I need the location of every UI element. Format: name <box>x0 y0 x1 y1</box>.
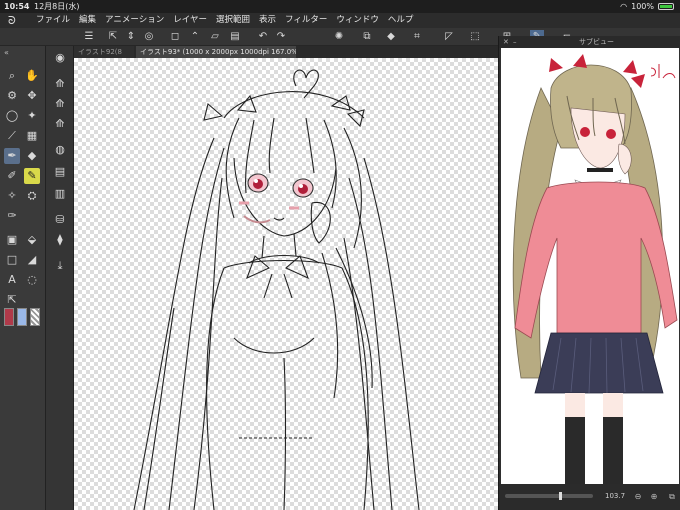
sub-view-controls: 103.7 ⊖ ⊕ ⧉ <box>499 484 680 510</box>
lineart-drawing <box>133 69 420 510</box>
canvas-tabs: イラスト92(8 イラスト93* (1000 x 2000px 1000dpi … <box>74 46 498 58</box>
layers-icon[interactable]: ⧉ <box>360 30 374 44</box>
navigator-icon[interactable]: ◉ <box>52 50 68 66</box>
stepper-icon[interactable]: ⇕ <box>124 30 138 44</box>
import-icon[interactable]: ⤓ <box>52 258 68 274</box>
app-logo-icon[interactable]: ᘐ <box>8 14 22 27</box>
balloon-icon[interactable]: ◌ <box>24 272 40 288</box>
lightbox-icon[interactable]: ▱ <box>208 30 222 44</box>
chevron-up-icon[interactable]: ⌃ <box>188 30 202 44</box>
sub-view-titlebar: ✕ – サブビュー <box>499 36 680 48</box>
menu-window[interactable]: ウィンドウ <box>336 13 379 28</box>
tab-illust-92[interactable]: イラスト92(8 <box>74 46 134 58</box>
zoom-icon[interactable]: ⌕ <box>4 68 20 84</box>
clear-icon[interactable]: ◻ <box>168 30 182 44</box>
collapse-chevron-icon[interactable]: « <box>4 48 9 57</box>
layer-copy-icon[interactable]: ⟰ <box>52 116 68 132</box>
lasso-icon[interactable]: ◯ <box>4 108 20 124</box>
menu-help[interactable]: ヘルプ <box>388 13 414 28</box>
battery-percent: 100% <box>631 2 654 11</box>
menu-file[interactable]: ファイル <box>36 13 70 28</box>
figure-icon[interactable]: □ <box>4 252 20 268</box>
undo-icon[interactable]: ↶ <box>256 30 270 44</box>
menu-view[interactable]: 表示 <box>259 13 276 28</box>
menu-animation[interactable]: アニメーション <box>105 13 164 28</box>
status-right: ◠ 100% <box>620 0 674 13</box>
crop-icon[interactable]: ⌗ <box>410 30 424 44</box>
zoom-out-icon[interactable]: ⊖ <box>633 492 643 502</box>
sub-tool-panel: ◉ ⟰ ⟰ ⟰ ◍ ▤ ▥ ⛁ ⧫ ⤓ <box>46 46 74 510</box>
ruler-tool-icon[interactable]: ◢ <box>24 252 40 268</box>
drawing-canvas[interactable] <box>74 58 498 510</box>
hand-icon[interactable]: ✋ <box>24 68 40 84</box>
airbrush-icon[interactable]: ⛭ <box>24 188 40 204</box>
layer-move-icon[interactable]: ⟰ <box>52 96 68 112</box>
text-icon[interactable]: A <box>4 272 20 288</box>
sub-view-panel: ✕ – サブビュー 103.7 ⊖ ⊕ ⧉ <box>498 36 680 510</box>
fit-view-icon[interactable]: ⧉ <box>667 492 677 502</box>
close-icon[interactable]: ✕ <box>503 36 509 48</box>
sub-view-title: サブビュー <box>579 38 614 46</box>
target-icon[interactable]: ◎ <box>142 30 156 44</box>
menu-filter[interactable]: フィルター <box>285 13 327 28</box>
marker-icon[interactable]: ✎ <box>24 168 40 184</box>
correct-line-icon[interactable]: ⇱ <box>4 292 20 308</box>
status-bar: 10:54 12月8日(水) ◠ 100% <box>0 0 680 13</box>
reference-image[interactable] <box>501 48 679 484</box>
object-icon[interactable]: ⚙ <box>4 88 20 104</box>
selection-icon[interactable]: ⬚ <box>468 30 482 44</box>
layer-property-icon[interactable]: ⟰ <box>52 76 68 92</box>
zoom-slider-knob[interactable] <box>559 492 562 500</box>
decoration-icon[interactable]: ✑ <box>4 208 20 224</box>
transform-icon[interactable]: ◸ <box>442 30 456 44</box>
brush-icon[interactable]: ✐ <box>4 168 20 184</box>
color-set-icon[interactable]: ▤ <box>52 164 68 180</box>
menu-selection[interactable]: 選択範囲 <box>216 13 250 28</box>
zoom-slider[interactable] <box>505 494 593 498</box>
wifi-icon: ◠ <box>620 2 628 11</box>
eyedropper-icon[interactable]: ⟋ <box>4 128 20 144</box>
layout-icon[interactable]: ▦ <box>24 128 40 144</box>
hamburger-icon[interactable]: ☰ <box>82 30 96 44</box>
menu-edit[interactable]: 編集 <box>79 13 96 28</box>
intermediate-color-icon[interactable]: ▥ <box>52 186 68 202</box>
tab-illust-93[interactable]: イラスト93* (1000 x 2000px 1000dpi 167.0%) <box>136 46 296 58</box>
status-time: 10:54 <box>4 2 30 11</box>
minimize-icon[interactable]: – <box>513 36 517 48</box>
pen-tool-icon[interactable]: ✒ <box>4 148 20 164</box>
spinner-icon[interactable]: ✺ <box>332 30 346 44</box>
material-icon[interactable]: ⛁ <box>52 212 68 228</box>
export-icon[interactable]: ⇱ <box>106 30 120 44</box>
tool-panel: « ⌕ ✋ ⚙ ✥ ◯ ✦ ⟋ ▦ ✒ ◆ ✐ ✎ ✧ ⛭ ✑ ▣ ⬙ □ ◢ … <box>0 46 46 510</box>
zoom-in-icon[interactable]: ⊕ <box>649 492 659 502</box>
blend-icon[interactable]: ✧ <box>4 188 20 204</box>
color-wheel-icon[interactable]: ◍ <box>52 142 68 158</box>
menu-list: ファイル 編集 アニメーション レイヤー 選択範囲 表示 フィルター ウィンドウ… <box>36 13 413 28</box>
sub-color-swatch[interactable] <box>17 308 27 326</box>
reference-illustration <box>512 54 678 484</box>
menu-layer[interactable]: レイヤー <box>173 13 207 28</box>
move-icon[interactable]: ✥ <box>24 88 40 104</box>
redo-icon[interactable]: ↷ <box>274 30 288 44</box>
bucket-icon[interactable]: ◆ <box>384 30 398 44</box>
status-date: 12月8日(水) <box>34 2 80 11</box>
battery-icon <box>658 3 674 10</box>
gradient-icon[interactable]: ▣ <box>4 232 20 248</box>
menu-bar: ᘐ ファイル 編集 アニメーション レイヤー 選択範囲 表示 フィルター ウィン… <box>0 13 680 28</box>
fill-icon[interactable]: ▤ <box>228 30 242 44</box>
fill-bucket-icon[interactable]: ⬙ <box>24 232 40 248</box>
eraser-icon[interactable]: ◆ <box>24 148 40 164</box>
transparent-color-swatch[interactable] <box>30 308 40 326</box>
layer-stack-icon[interactable]: ⧫ <box>52 232 68 248</box>
magic-wand-icon[interactable]: ✦ <box>24 108 40 124</box>
app-window: 10:54 12月8日(水) ◠ 100% ᘐ ファイル 編集 アニメーション … <box>0 0 680 510</box>
zoom-value: 103.7 <box>605 492 626 500</box>
main-color-swatch[interactable] <box>4 308 14 326</box>
